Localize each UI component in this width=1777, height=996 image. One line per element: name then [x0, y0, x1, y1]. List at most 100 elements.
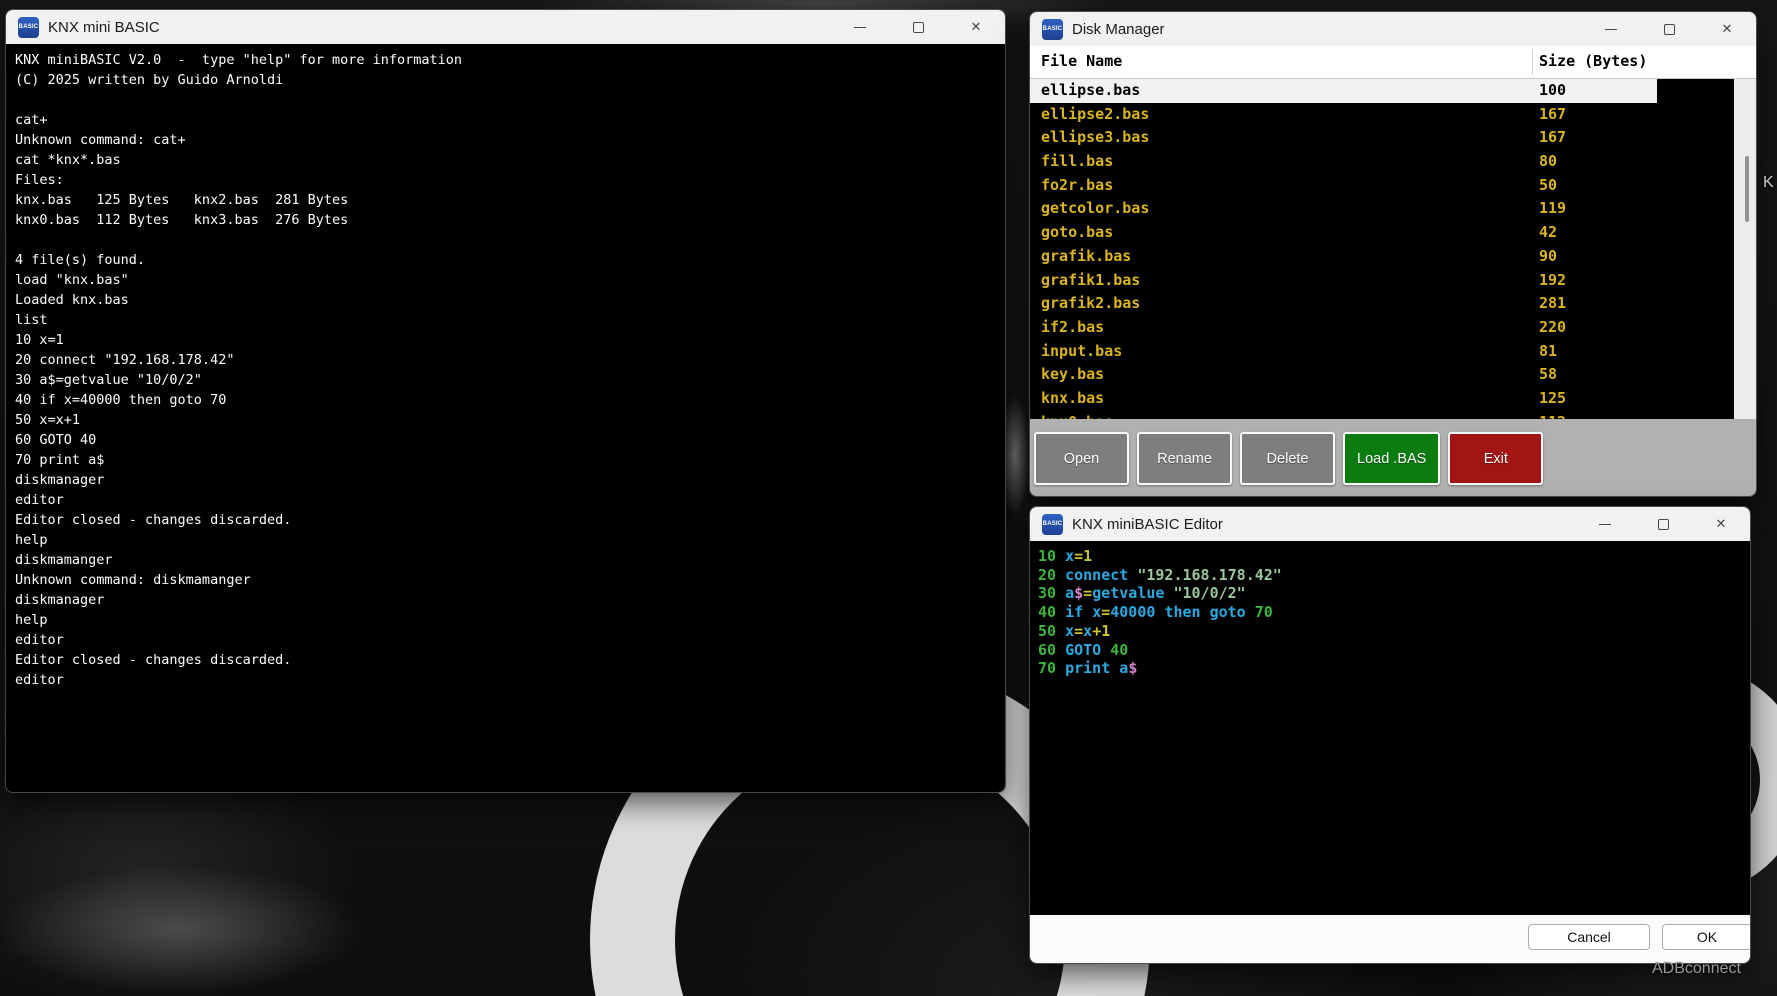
- file-row[interactable]: input.bas 81: [1030, 340, 1756, 364]
- file-row[interactable]: if2.bas220: [1030, 316, 1756, 340]
- code-lines[interactable]: 10 x=120 connect "192.168.178.42"30 a$=g…: [1030, 541, 1750, 915]
- terminal-line: editor: [15, 630, 996, 650]
- file-row[interactable]: ellipse2.bas 167: [1030, 103, 1756, 127]
- file-name: grafik2.bas: [1041, 294, 1140, 312]
- dm-buttons: OpenRenameDeleteLoad .BASExit: [1030, 419, 1756, 497]
- file-name: ellipse2.bas: [1041, 105, 1149, 123]
- desktop-icon-label-k[interactable]: K: [1763, 174, 1774, 192]
- disk-manager-window: BASIC Disk Manager ✕ File Name Size (Byt…: [1029, 11, 1757, 497]
- file-size: 220: [1539, 318, 1566, 336]
- minimize-button[interactable]: [853, 20, 867, 34]
- file-row[interactable]: fill.bas 80: [1030, 150, 1756, 174]
- file-name: goto.bas: [1041, 223, 1113, 241]
- terminal-line: diskmanager: [15, 590, 996, 610]
- file-name: input.bas: [1041, 342, 1122, 360]
- file-row[interactable]: ellipse.bas100: [1030, 79, 1657, 103]
- column-header-file-name[interactable]: File Name: [1041, 52, 1122, 70]
- file-size: 281: [1539, 294, 1566, 312]
- code-line: 10 x=1: [1038, 547, 1742, 566]
- file-size: 58: [1539, 365, 1557, 383]
- terminal-line: cat+: [15, 110, 996, 130]
- basic-app-icon: BASIC: [1042, 19, 1063, 40]
- desktop-icon-label-adbconnect[interactable]: ADBconnect: [1652, 960, 1741, 978]
- terminal-titlebar[interactable]: BASIC KNX mini BASIC ✕: [6, 10, 1005, 44]
- file-row[interactable]: getcolor.bas 119: [1030, 197, 1756, 221]
- terminal-line: help: [15, 610, 996, 630]
- terminal-line: help: [15, 530, 996, 550]
- terminal-output[interactable]: KNX miniBASIC V2.0 - type "help" for mor…: [6, 44, 1005, 792]
- terminal-line: Unknown command: cat+: [15, 130, 996, 150]
- load-bas-button[interactable]: Load .BAS: [1343, 432, 1440, 485]
- file-row[interactable]: goto.bas 42: [1030, 221, 1756, 245]
- file-row[interactable]: grafik1.bas 192: [1030, 269, 1756, 293]
- cancel-button[interactable]: Cancel: [1528, 924, 1650, 950]
- maximize-button[interactable]: [911, 20, 925, 34]
- terminal-line: cat *knx*.bas: [15, 150, 996, 170]
- maximize-button[interactable]: [1656, 517, 1670, 531]
- terminal-line: Editor closed - changes discarded.: [15, 510, 996, 530]
- minimize-button[interactable]: [1604, 22, 1618, 36]
- terminal-line: diskmamanger: [15, 550, 996, 570]
- maximize-button[interactable]: [1662, 22, 1676, 36]
- terminal-line: 50 x=x+1: [15, 410, 996, 430]
- file-row[interactable]: knx.bas125: [1030, 387, 1756, 411]
- file-name: getcolor.bas: [1041, 199, 1149, 217]
- file-name: key.bas: [1041, 365, 1104, 383]
- close-button[interactable]: ✕: [1714, 517, 1728, 531]
- file-size: 90: [1539, 247, 1557, 265]
- terminal-line: Loaded knx.bas: [15, 290, 996, 310]
- rename-button[interactable]: Rename: [1137, 432, 1232, 485]
- exit-button[interactable]: Exit: [1448, 432, 1543, 485]
- close-button[interactable]: ✕: [969, 20, 983, 34]
- file-name: grafik.bas: [1041, 247, 1131, 265]
- code-line: 60 GOTO 40: [1038, 641, 1742, 660]
- terminal-line: 4 file(s) found.: [15, 250, 996, 270]
- terminal-line: diskmanager: [15, 470, 996, 490]
- file-row[interactable]: fo2r.bas50: [1030, 174, 1756, 198]
- column-divider: [1532, 49, 1533, 75]
- file-row[interactable]: grafik2.bas 281: [1030, 292, 1756, 316]
- code-line: 50 x=x+1: [1038, 622, 1742, 641]
- editor-window-title: KNX miniBASIC Editor: [1072, 516, 1223, 533]
- file-row[interactable]: key.bas 58: [1030, 363, 1756, 387]
- file-row[interactable]: ellipse3.bas167: [1030, 126, 1756, 150]
- file-row[interactable]: grafik.bas 90: [1030, 245, 1756, 269]
- terminal-line: [15, 90, 996, 110]
- close-button[interactable]: ✕: [1720, 22, 1734, 36]
- file-size: 119: [1539, 199, 1566, 217]
- terminal-line: 20 connect "192.168.178.42": [15, 350, 996, 370]
- file-size: 167: [1539, 105, 1566, 123]
- terminal-line: (C) 2025 written by Guido Arnoldi: [15, 70, 996, 90]
- terminal-line: 60 GOTO 40: [15, 430, 996, 450]
- terminal-line: 30 a$=getvalue "10/0/2": [15, 370, 996, 390]
- code-line: 70 print a$: [1038, 659, 1742, 678]
- scrollbar-thumb[interactable]: [1745, 156, 1749, 222]
- terminal-line: Files:: [15, 170, 996, 190]
- disk-manager-titlebar[interactable]: BASIC Disk Manager ✕: [1030, 12, 1756, 46]
- column-header-size[interactable]: Size (Bytes): [1539, 52, 1647, 70]
- ok-button[interactable]: OK: [1662, 924, 1751, 950]
- file-name: fill.bas: [1041, 152, 1113, 170]
- file-size: 192: [1539, 271, 1566, 289]
- file-size: 167: [1539, 128, 1566, 146]
- file-size: 80: [1539, 152, 1557, 170]
- delete-button[interactable]: Delete: [1240, 432, 1335, 485]
- code-line: 30 a$=getvalue "10/0/2": [1038, 584, 1742, 603]
- file-name: ellipse.bas: [1041, 81, 1140, 99]
- open-button[interactable]: Open: [1034, 432, 1129, 485]
- editor-titlebar[interactable]: BASIC KNX miniBASIC Editor ✕: [1030, 507, 1750, 541]
- file-size: 42: [1539, 223, 1557, 241]
- terminal-line: editor: [15, 490, 996, 510]
- scrollbar[interactable]: [1734, 79, 1757, 419]
- file-list[interactable]: ellipse.bas100ellipse2.bas167ellipse3.ba…: [1030, 79, 1756, 419]
- file-name: grafik1.bas: [1041, 271, 1140, 289]
- file-row[interactable]: knx0.bas112: [1030, 411, 1756, 419]
- minimize-button[interactable]: [1598, 517, 1612, 531]
- basic-app-icon: BASIC: [1042, 514, 1063, 535]
- file-table-header: File Name Size (Bytes): [1030, 46, 1756, 79]
- file-size: 81: [1539, 342, 1557, 360]
- terminal-line: 40 if x=40000 then goto 70: [15, 390, 996, 410]
- file-name: fo2r.bas: [1041, 176, 1113, 194]
- editor-window: BASIC KNX miniBASIC Editor ✕ 10 x=120 co…: [1029, 506, 1751, 964]
- terminal-line: knx0.bas 112 Bytes knx3.bas 276 Bytes: [15, 210, 996, 230]
